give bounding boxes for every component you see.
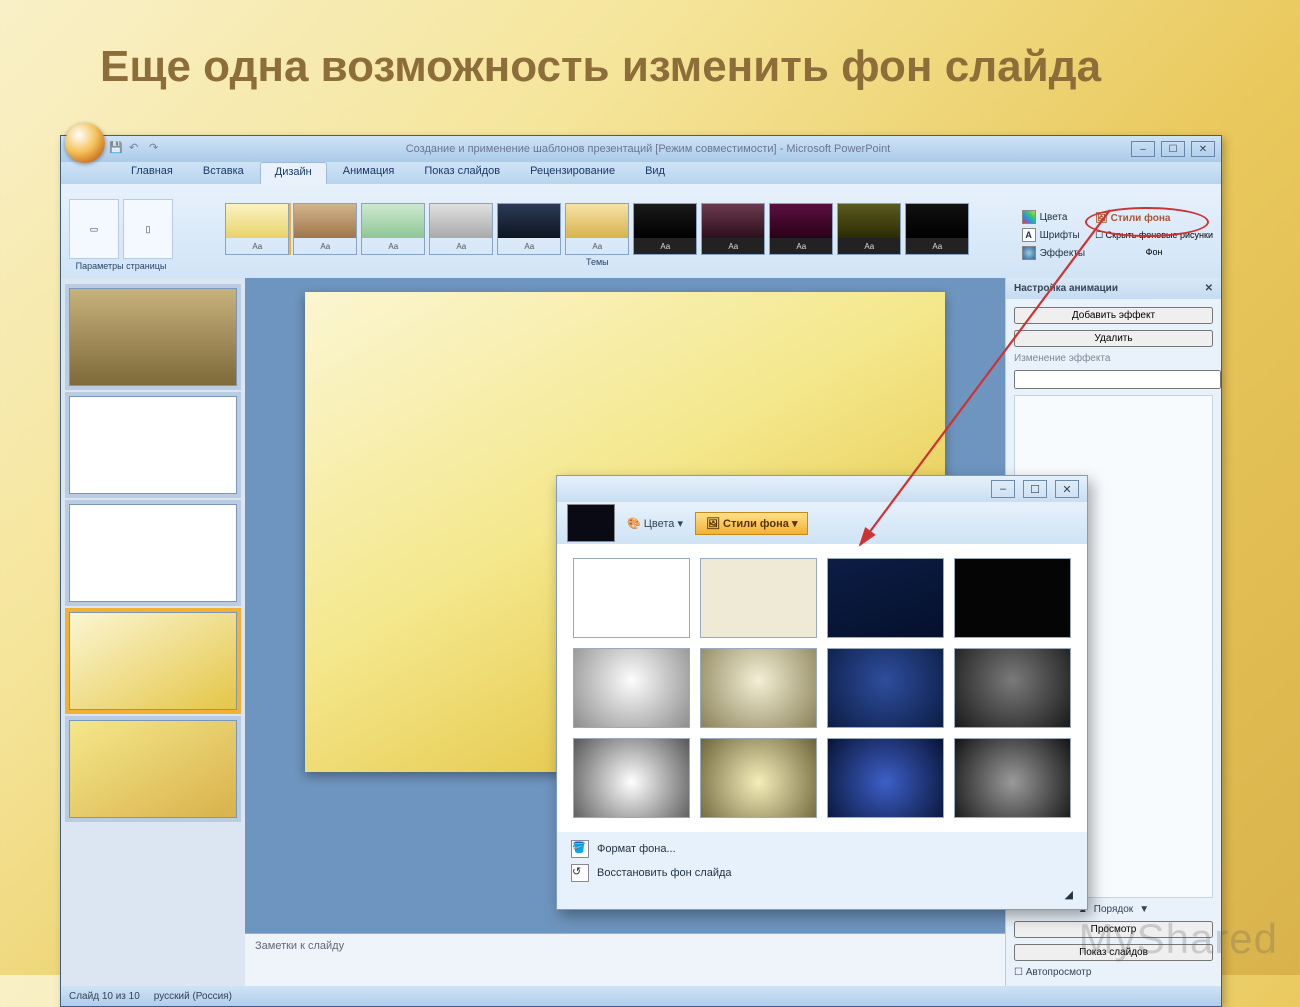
tab-показ слайдов[interactable]: Показ слайдов bbox=[410, 162, 514, 184]
reorder-down-icon[interactable]: ▼ bbox=[1139, 904, 1149, 915]
slide-thumbnail-3[interactable] bbox=[69, 504, 237, 602]
theme-thumb-1[interactable]: Aa bbox=[293, 203, 357, 255]
page-title: Еще одна возможность изменить фон слайда bbox=[100, 42, 1101, 92]
slide-orientation-button[interactable]: ▯ bbox=[123, 199, 173, 259]
window-title: Создание и применение шаблонов презентац… bbox=[165, 143, 1131, 155]
group-page-setup: ▭ ▯ Параметры страницы bbox=[69, 199, 173, 271]
group-themes-label: Темы bbox=[586, 257, 609, 267]
background-styles-popup: – ☐ ✕ 🎨 Цвета ▾ 🖼 Стили фона ▾ 🪣Формат ф… bbox=[556, 475, 1088, 910]
remove-effect-button[interactable]: Удалить bbox=[1014, 330, 1213, 347]
statusbar: Слайд 10 из 10 русский (Россия) bbox=[61, 986, 1221, 1006]
background-style-9[interactable] bbox=[573, 738, 690, 818]
theme-effects-button[interactable]: Эффекты bbox=[1022, 246, 1085, 260]
theme-properties: Цвета AШрифты Эффекты bbox=[1022, 210, 1085, 260]
theme-thumb-3[interactable]: Aa bbox=[429, 203, 493, 255]
background-style-10[interactable] bbox=[700, 738, 817, 818]
modify-effect-label: Изменение эффекта bbox=[1014, 353, 1213, 364]
undo-icon[interactable]: ↶ bbox=[129, 141, 145, 157]
background-style-6[interactable] bbox=[700, 648, 817, 728]
theme-thumb-0[interactable]: Aa bbox=[225, 203, 289, 255]
background-style-12[interactable] bbox=[954, 738, 1071, 818]
popup-footer: 🪣Формат фона... ↺Восстановить фон слайда… bbox=[557, 832, 1087, 909]
task-pane-close-icon[interactable]: ✕ bbox=[1205, 283, 1213, 294]
save-icon[interactable]: 💾 bbox=[109, 141, 125, 157]
theme-thumb-10[interactable]: Aa bbox=[905, 203, 969, 255]
background-style-11[interactable] bbox=[827, 738, 944, 818]
format-background-button[interactable]: 🪣Формат фона... bbox=[571, 840, 1073, 858]
theme-thumb-5[interactable]: Aa bbox=[565, 203, 629, 255]
theme-colors-button[interactable]: Цвета bbox=[1022, 210, 1085, 224]
popup-colors-button[interactable]: 🎨 Цвета ▾ bbox=[627, 517, 683, 530]
close-button[interactable]: ✕ bbox=[1191, 141, 1215, 157]
task-pane-header: Настройка анимации ✕ bbox=[1006, 278, 1221, 299]
restore-background-button[interactable]: ↺Восстановить фон слайда bbox=[571, 864, 1073, 882]
theme-thumb-9[interactable]: Aa bbox=[837, 203, 901, 255]
slide-thumbnail-1[interactable] bbox=[69, 288, 237, 386]
theme-thumb-6[interactable]: Aa bbox=[633, 203, 697, 255]
background-style-1[interactable] bbox=[573, 558, 690, 638]
quick-access-toolbar: 💾 ↶ ↷ bbox=[109, 141, 165, 157]
hide-background-checkbox[interactable]: ☐ Скрыть фоновые рисунки bbox=[1095, 230, 1213, 241]
status-slide: Слайд 10 из 10 bbox=[69, 991, 140, 1002]
add-effect-button[interactable]: Добавить эффект bbox=[1014, 307, 1213, 324]
theme-thumb-7[interactable]: Aa bbox=[701, 203, 765, 255]
group-page-setup-label: Параметры страницы bbox=[76, 261, 167, 271]
slide-thumbnails-panel bbox=[61, 278, 245, 986]
autoplay-checkbox[interactable]: ☐ Автопросмотр bbox=[1014, 967, 1213, 978]
group-themes: AaAaAaAaAaAaAaAaAaAaAa Темы bbox=[183, 203, 1012, 267]
ribbon: ▭ ▯ Параметры страницы AaAaAaAaAaAaAaAaA… bbox=[61, 184, 1221, 287]
popup-titlebar: – ☐ ✕ bbox=[557, 476, 1087, 502]
slide-thumbnail-2[interactable] bbox=[69, 396, 237, 494]
notes-pane[interactable]: Заметки к слайду bbox=[245, 933, 1005, 986]
tab-вставка[interactable]: Вставка bbox=[189, 162, 258, 184]
office-button[interactable] bbox=[65, 123, 105, 163]
restore-background-icon: ↺ bbox=[571, 864, 589, 882]
minimize-button[interactable]: – bbox=[1131, 141, 1155, 157]
group-background-label: Фон bbox=[1146, 247, 1163, 257]
tab-анимация[interactable]: Анимация bbox=[329, 162, 409, 184]
theme-fonts-button[interactable]: AШрифты bbox=[1022, 228, 1085, 242]
background-style-4[interactable] bbox=[954, 558, 1071, 638]
background-style-2[interactable] bbox=[700, 558, 817, 638]
popup-minimize-button[interactable]: – bbox=[991, 480, 1015, 498]
theme-thumb-2[interactable]: Aa bbox=[361, 203, 425, 255]
group-background: 🖼 Стили фона ☐ Скрыть фоновые рисунки Фо… bbox=[1095, 213, 1213, 257]
background-style-7[interactable] bbox=[827, 648, 944, 728]
watermark: MyShared bbox=[1079, 915, 1278, 963]
reorder-label: Порядок bbox=[1094, 904, 1133, 915]
page-setup-button[interactable]: ▭ bbox=[69, 199, 119, 259]
tab-вид[interactable]: Вид bbox=[631, 162, 679, 184]
tab-рецензирование[interactable]: Рецензирование bbox=[516, 162, 629, 184]
background-style-3[interactable] bbox=[827, 558, 944, 638]
theme-thumb-8[interactable]: Aa bbox=[769, 203, 833, 255]
status-lang: русский (Россия) bbox=[154, 991, 232, 1002]
popup-theme-thumb[interactable] bbox=[567, 504, 615, 542]
popup-restore-button[interactable]: ☐ bbox=[1023, 480, 1047, 498]
slide-thumbnail-4[interactable] bbox=[69, 612, 237, 710]
redo-icon[interactable]: ↷ bbox=[149, 141, 165, 157]
effect-start-select[interactable] bbox=[1014, 370, 1221, 389]
background-style-5[interactable] bbox=[573, 648, 690, 728]
format-background-icon: 🪣 bbox=[571, 840, 589, 858]
background-style-8[interactable] bbox=[954, 648, 1071, 728]
tab-дизайн[interactable]: Дизайн bbox=[260, 162, 327, 184]
slide-thumbnail-5[interactable] bbox=[69, 720, 237, 818]
popup-close-button[interactable]: ✕ bbox=[1055, 480, 1079, 498]
tab-главная[interactable]: Главная bbox=[117, 162, 187, 184]
background-styles-grid bbox=[557, 544, 1087, 832]
theme-thumb-4[interactable]: Aa bbox=[497, 203, 561, 255]
maximize-button[interactable]: ☐ bbox=[1161, 141, 1185, 157]
popup-background-styles-button[interactable]: 🖼 Стили фона ▾ bbox=[695, 512, 808, 535]
ribbon-tabs: ГлавнаяВставкаДизайнАнимацияПоказ слайдо… bbox=[61, 162, 1221, 184]
titlebar: 💾 ↶ ↷ Создание и применение шаблонов пре… bbox=[61, 136, 1221, 162]
resize-grip-icon[interactable]: ◢ bbox=[1065, 888, 1073, 901]
popup-toolbar: 🎨 Цвета ▾ 🖼 Стили фона ▾ bbox=[557, 502, 1087, 544]
background-styles-button[interactable]: 🖼 Стили фона bbox=[1095, 213, 1213, 224]
